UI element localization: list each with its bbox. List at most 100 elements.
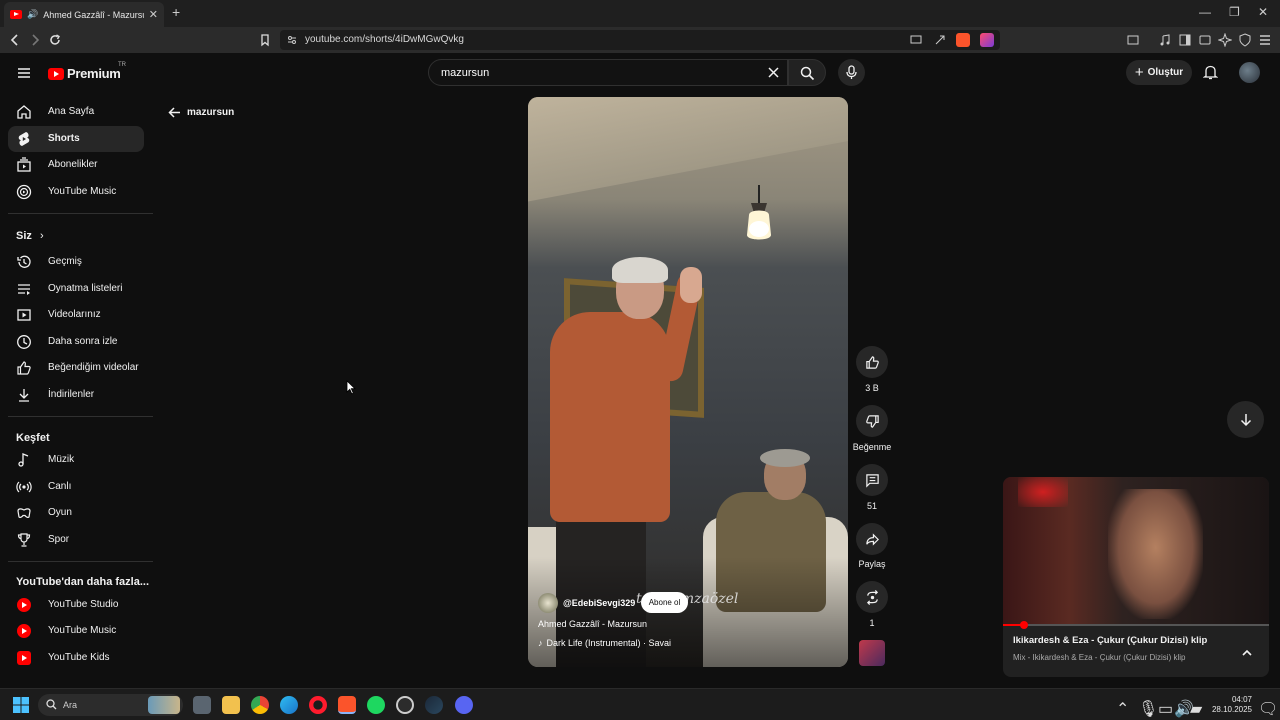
progress-scrubber[interactable] xyxy=(1020,621,1029,629)
sidebar-item-youtube-music[interactable]: YouTube Music xyxy=(8,179,144,205)
notification-center-icon[interactable]: 🗨 xyxy=(1258,699,1278,718)
sidebar-item-watch-later[interactable]: Daha sonra izle xyxy=(8,329,144,355)
browser-tab[interactable]: 🔊 Ahmed Gazzâlî - Mazursun - YouTube ✕ xyxy=(4,2,164,27)
sidebar-item-youtube-music-app[interactable]: YouTube Music xyxy=(8,618,144,644)
share-button[interactable] xyxy=(856,523,888,555)
steam-icon[interactable] xyxy=(425,696,443,714)
sidebar-item-youtube-studio[interactable]: YouTube Studio xyxy=(8,592,144,618)
sidebar-item-music[interactable]: Müzik xyxy=(8,447,144,473)
comments-button[interactable] xyxy=(856,464,888,496)
sidebar-item-label: Daha sonra izle xyxy=(48,336,118,347)
forward-icon[interactable] xyxy=(28,33,42,47)
dislike-button[interactable] xyxy=(856,405,888,437)
windows-start-icon[interactable] xyxy=(13,697,29,713)
channel-info[interactable]: @EdebiSevgi329 xyxy=(538,593,635,613)
sidebar-item-gaming[interactable]: Oyun xyxy=(8,500,144,526)
mouse-cursor-icon xyxy=(346,380,356,395)
sidebar-item-downloads[interactable]: İndirilenler xyxy=(8,382,144,408)
like-button[interactable] xyxy=(856,346,888,378)
task-view-icon[interactable] xyxy=(193,696,211,714)
back-to-search-link[interactable]: mazursun xyxy=(168,106,234,119)
restore-icon[interactable]: ❐ xyxy=(1229,5,1240,19)
microphone-tray-icon[interactable]: 🎙 xyxy=(1138,699,1158,718)
miniplayer-subtitle: Mix - Ikikardesh & Eza - Çukur (Çukur Di… xyxy=(1013,653,1186,662)
next-short-button[interactable] xyxy=(1227,401,1264,438)
edge-icon[interactable] xyxy=(280,696,298,714)
share-page-icon[interactable] xyxy=(934,34,946,46)
cast-icon[interactable] xyxy=(910,34,922,46)
short-title[interactable]: Ahmed Gazzâlî - Mazursun xyxy=(538,619,647,629)
brave-icon[interactable] xyxy=(338,696,356,714)
subscribe-button[interactable]: Abone ol xyxy=(641,592,688,613)
battery-icon[interactable]: ▰ xyxy=(1190,699,1202,718)
sidebar-item-label: Oynatma listeleri xyxy=(48,283,123,294)
sidebar-item-live[interactable]: Canlı xyxy=(8,474,144,500)
channel-handle[interactable]: @EdebiSevgi329 xyxy=(563,598,635,608)
sidebar-item-shorts[interactable]: Shorts xyxy=(8,126,144,152)
comment-icon xyxy=(865,473,879,488)
sidebar-item-playlists[interactable]: Oynatma listeleri xyxy=(8,276,144,302)
sidebar-item-home[interactable]: Ana Sayfa xyxy=(8,99,144,125)
notifications-bell-icon[interactable] xyxy=(1203,64,1218,80)
sidebar-toggle-icon[interactable] xyxy=(1178,33,1192,47)
search-button[interactable] xyxy=(788,59,826,86)
media-icon[interactable] xyxy=(1158,33,1172,47)
brave-rewards-icon[interactable] xyxy=(980,33,994,47)
channel-avatar[interactable] xyxy=(538,593,558,613)
sidebar-item-youtube-kids[interactable]: YouTube Kids xyxy=(8,645,144,671)
volume-icon[interactable]: 🔊 xyxy=(1174,699,1194,718)
bookmark-icon[interactable] xyxy=(258,33,272,47)
sidebar-item-sports[interactable]: Spor xyxy=(8,527,144,553)
live-icon xyxy=(16,481,32,493)
opera-icon[interactable] xyxy=(309,696,327,714)
sidebar-item-your-videos[interactable]: Videolarınız xyxy=(8,302,144,328)
brave-shield-icon[interactable] xyxy=(956,33,970,47)
leo-ai-icon[interactable] xyxy=(1218,33,1232,47)
chevron-up-icon[interactable] xyxy=(1239,645,1255,661)
chrome-icon[interactable] xyxy=(251,696,269,714)
video-scene-lamp xyxy=(747,185,771,240)
windows-taskbar: Ara ⌃ 🎙 ▭ 🔊 ▰ 04:07 28.10.2025 🗨 xyxy=(0,688,1280,720)
show-hidden-icons-icon[interactable]: ⌃ xyxy=(1116,699,1129,718)
create-button[interactable]: + Oluştur xyxy=(1126,60,1192,85)
wallet-icon[interactable] xyxy=(1198,33,1212,47)
network-icon[interactable]: ▭ xyxy=(1158,699,1173,718)
remix-button[interactable] xyxy=(856,581,888,613)
miniplayer[interactable]: Ikikardesh & Eza - Çukur (Çukur Dizisi) … xyxy=(1003,477,1269,677)
sidebar-item-subscriptions[interactable]: Abonelikler xyxy=(8,152,144,178)
close-window-icon[interactable]: ✕ xyxy=(1258,5,1268,19)
taskbar-search[interactable]: Ara xyxy=(38,694,183,716)
clear-search-icon[interactable] xyxy=(768,67,779,78)
close-tab-icon[interactable]: ✕ xyxy=(149,8,158,21)
hamburger-menu-icon[interactable] xyxy=(17,66,31,80)
miniplayer-video[interactable] xyxy=(1003,477,1269,625)
app-icon[interactable] xyxy=(396,696,414,714)
avatar[interactable] xyxy=(1239,62,1260,83)
section-heading-you[interactable]: Siz › xyxy=(16,230,44,242)
back-icon[interactable] xyxy=(8,33,22,47)
site-info-icon[interactable] xyxy=(287,35,297,45)
short-video-player[interactable]: tolı hamzaözel xyxy=(528,97,848,667)
sidebar-item-history[interactable]: Geçmiş xyxy=(8,249,144,275)
taskbar-clock[interactable]: 04:07 28.10.2025 xyxy=(1206,695,1252,715)
sidebar-item-liked-videos[interactable]: Beğendiğim videolar xyxy=(8,355,144,381)
discord-icon[interactable] xyxy=(455,696,473,714)
screenshot-icon[interactable] xyxy=(1126,33,1140,47)
search-input[interactable]: mazursun xyxy=(428,59,788,86)
reload-icon[interactable] xyxy=(48,33,62,47)
address-bar[interactable]: youtube.com/shorts/4iDwMGwQvkg xyxy=(280,30,1000,50)
audio-track-thumbnail[interactable] xyxy=(859,640,885,666)
youtube-premium-logo[interactable]: Premium TR xyxy=(48,62,126,81)
file-explorer-icon[interactable] xyxy=(222,696,240,714)
new-tab-icon[interactable]: + xyxy=(172,4,180,20)
sidebar-item-label: YouTube Music xyxy=(48,186,117,197)
vpn-icon[interactable] xyxy=(1238,33,1252,47)
miniplayer-title[interactable]: Ikikardesh & Eza - Çukur (Çukur Dizisi) … xyxy=(1013,635,1207,646)
miniplayer-progress-bar[interactable] xyxy=(1003,621,1269,629)
menu-icon[interactable] xyxy=(1258,33,1272,47)
short-music-link[interactable]: ♪ Dark Life (Instrumental) · Savai xyxy=(538,638,671,648)
spotify-icon[interactable] xyxy=(367,696,385,714)
voice-search-button[interactable] xyxy=(838,59,865,86)
sidebar-item-label: Canlı xyxy=(48,481,72,492)
minimize-icon[interactable]: — xyxy=(1199,5,1211,19)
